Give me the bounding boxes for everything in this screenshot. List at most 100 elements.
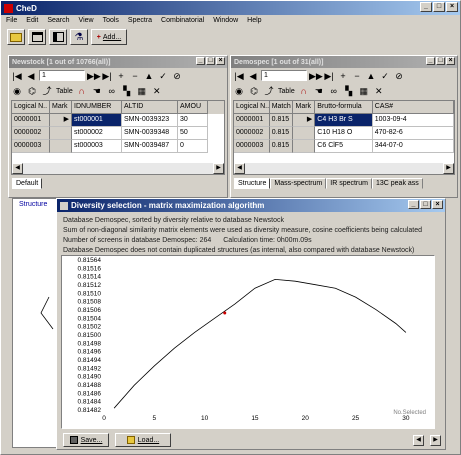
table-cell[interactable]: SMN-0039487 — [122, 140, 178, 153]
edit-icon[interactable]: ▲ — [365, 70, 377, 82]
column-header[interactable]: Mark — [293, 101, 316, 114]
menu-item-search[interactable]: Search — [47, 17, 69, 24]
column-header[interactable]: ALTID — [122, 101, 178, 114]
demospec-maximize-button[interactable]: □ — [436, 57, 445, 65]
load-button[interactable]: Load... — [115, 433, 171, 447]
scroll-left-button[interactable]: ◀ — [234, 163, 245, 174]
prev-record-icon[interactable]: ◀ — [25, 70, 37, 82]
column-header[interactable]: IDNUMBER — [72, 101, 122, 114]
diagram-icon[interactable]: ▚ — [121, 85, 133, 97]
column-header[interactable]: AMOU — [178, 101, 208, 114]
table-cell[interactable]: SMN-0039348 — [122, 127, 178, 140]
check-icon[interactable]: ✓ — [379, 70, 391, 82]
table-cell[interactable]: C6 ClF5 — [315, 140, 373, 153]
delete-icon[interactable]: ✕ — [373, 85, 385, 97]
table-cell[interactable]: SMN-0039323 — [122, 114, 178, 127]
record-number-input[interactable]: 1 — [261, 70, 307, 81]
close-button[interactable]: × — [446, 2, 458, 12]
demospec-close-button[interactable]: × — [446, 57, 455, 65]
footer-scroll-right[interactable]: ▶ — [430, 434, 441, 446]
table-cell[interactable]: 50 — [178, 127, 208, 140]
next-page-icon[interactable]: ▶▶ — [309, 70, 323, 82]
structure-view-icon[interactable]: ⌬ — [26, 85, 38, 97]
first-record-icon[interactable]: |◀ — [233, 70, 245, 82]
dialog-vscrollbar[interactable] — [436, 255, 445, 429]
minimize-button[interactable]: _ — [420, 2, 432, 12]
demospec-table-label[interactable]: Table — [278, 88, 295, 95]
add-record-icon[interactable]: + — [337, 70, 349, 82]
spectrum-icon[interactable]: ⤴ — [263, 85, 275, 97]
spectrum-icon[interactable]: ⤴ — [41, 85, 53, 97]
check-icon[interactable]: ✓ — [157, 70, 169, 82]
tab-default[interactable]: Default — [12, 178, 43, 189]
add-button[interactable]: + Add... — [91, 29, 127, 45]
scroll-left-button[interactable]: ◀ — [12, 163, 23, 174]
scroll-right-button[interactable]: ▶ — [213, 163, 224, 174]
link-icon[interactable]: ∞ — [106, 85, 118, 97]
last-record-icon[interactable]: ▶| — [323, 70, 335, 82]
table-cell[interactable]: 344-07-0 — [372, 140, 454, 153]
open-folder-button[interactable] — [7, 29, 25, 45]
menu-item-combinatorial[interactable]: Combinatorial — [161, 17, 204, 24]
table-cell[interactable]: C4 H3 Br S — [315, 114, 373, 127]
add-record-icon[interactable]: + — [115, 70, 127, 82]
table-cell[interactable]: st000001 — [72, 114, 122, 127]
demospec-hscrollbar[interactable]: ◀ ▶ — [234, 163, 454, 174]
table-row[interactable]: 0000003 0.815 C6 ClF5 344-07-0 — [234, 140, 454, 153]
dialog-close-button[interactable]: × — [432, 200, 443, 209]
column-header[interactable]: Brutto-formula — [315, 101, 373, 114]
diagram-icon[interactable]: ▚ — [343, 85, 355, 97]
column-header[interactable]: Match — [269, 101, 294, 114]
newstock-minimize-button[interactable]: _ — [196, 57, 205, 65]
column-header[interactable]: Mark — [50, 101, 72, 114]
table-cell[interactable]: C10 H18 O — [315, 127, 373, 140]
table-cell[interactable]: 1003-09-4 — [372, 114, 454, 127]
menu-item-edit[interactable]: Edit — [26, 17, 38, 24]
hand-icon[interactable]: ☚ — [91, 85, 103, 97]
cancel-icon[interactable]: ⊘ — [171, 70, 183, 82]
grid-icon[interactable]: ▦ — [136, 85, 148, 97]
table-row[interactable]: 0000001 ▶ st000001 SMN-0039323 30 — [12, 114, 224, 127]
dialog-maximize-button[interactable]: □ — [420, 200, 431, 209]
table-cell[interactable]: 470-82-6 — [372, 127, 454, 140]
delete-icon[interactable]: ✕ — [151, 85, 163, 97]
newstock-close-button[interactable]: × — [216, 57, 225, 65]
column-header[interactable]: CAS# — [372, 101, 454, 114]
newstock-table-label[interactable]: Table — [56, 88, 73, 95]
column-header[interactable]: Logical N.. — [12, 101, 50, 114]
horizontal-layout-button[interactable] — [28, 29, 46, 45]
table-row[interactable]: 0000002 st000002 SMN-0039348 50 — [12, 127, 224, 140]
delete-record-icon[interactable]: − — [129, 70, 141, 82]
prev-record-icon[interactable]: ◀ — [247, 70, 259, 82]
magnet-icon[interactable]: ∩ — [76, 85, 88, 97]
tab-ir-spectrum[interactable]: IR spectrum — [326, 178, 372, 189]
dialog-minimize-button[interactable]: _ — [408, 200, 419, 209]
table-cell[interactable]: st000002 — [72, 127, 122, 140]
last-record-icon[interactable]: ▶| — [101, 70, 113, 82]
table-cell[interactable]: st000003 — [72, 140, 122, 153]
target-icon[interactable]: ◉ — [11, 85, 23, 97]
delete-record-icon[interactable]: − — [351, 70, 363, 82]
edit-icon[interactable]: ▲ — [143, 70, 155, 82]
demospec-minimize-button[interactable]: _ — [426, 57, 435, 65]
menu-item-file[interactable]: File — [6, 17, 17, 24]
table-row[interactable]: 0000001 0.815 ▶ C4 H3 Br S 1003-09-4 — [234, 114, 454, 127]
structure-view-icon[interactable]: ⌬ — [248, 85, 260, 97]
newstock-hscrollbar[interactable]: ◀ ▶ — [12, 163, 224, 174]
vertical-layout-button[interactable] — [49, 29, 67, 45]
scroll-right-button[interactable]: ▶ — [443, 163, 454, 174]
tab-structure[interactable]: Structure — [234, 178, 271, 189]
footer-scroll-left[interactable]: ◀ — [413, 434, 424, 446]
menu-item-view[interactable]: View — [79, 17, 94, 24]
hand-icon[interactable]: ☚ — [313, 85, 325, 97]
menu-item-help[interactable]: Help — [247, 17, 261, 24]
maximize-button[interactable]: □ — [433, 2, 445, 12]
target-icon[interactable]: ◉ — [233, 85, 245, 97]
newstock-maximize-button[interactable]: □ — [206, 57, 215, 65]
first-record-icon[interactable]: |◀ — [11, 70, 23, 82]
table-row[interactable]: 0000003 st000003 SMN-0039487 0 — [12, 140, 224, 153]
table-cell[interactable]: 30 — [178, 114, 208, 127]
column-header[interactable]: Logical N.. — [234, 101, 270, 114]
flask-button[interactable]: ⚗ — [70, 29, 88, 45]
menu-item-tools[interactable]: Tools — [103, 17, 119, 24]
